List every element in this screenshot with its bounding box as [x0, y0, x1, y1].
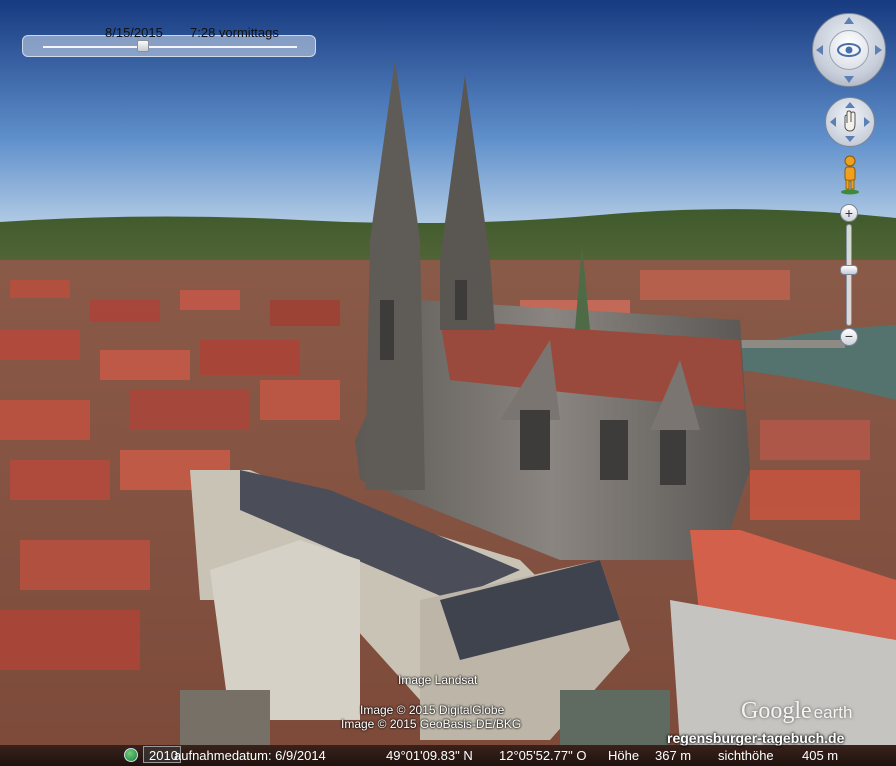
zoom-in-button[interactable]: +: [840, 204, 858, 222]
time-slider-track: [43, 46, 297, 48]
move-control[interactable]: [825, 97, 875, 147]
eye-altitude-label: sichthöhe: [718, 748, 774, 763]
time-slider-date: 8/15/2015: [105, 25, 163, 40]
status-bar: 2010 aufnahmedatum: 6/9/2014 49°01'09.83…: [0, 745, 896, 766]
capture-date: aufnahmedatum: 6/9/2014: [174, 748, 326, 763]
elevation-value: 367 m: [655, 748, 692, 763]
stone-bridge: [725, 340, 845, 348]
logo-google: Google: [741, 698, 812, 724]
zoom-slider-thumb[interactable]: [840, 264, 858, 275]
zoom-slider-track[interactable]: [846, 224, 852, 326]
look-arrows: [816, 17, 882, 83]
time-slider-thumb[interactable]: [136, 40, 149, 52]
aerial-scene: [0, 0, 896, 766]
eye-altitude-value: 405 m: [802, 748, 839, 763]
hand-icon: [830, 102, 870, 142]
zoom-out-button[interactable]: −: [840, 328, 858, 346]
globe-icon: [124, 748, 138, 762]
attribution-digitalglobe: Image © 2015 DigitalGlobe: [360, 703, 505, 717]
pegman-icon[interactable]: [838, 155, 862, 195]
latitude: 49°01'09.83" N: [386, 748, 473, 763]
elevation-label: Höhe: [608, 748, 640, 763]
attribution-landsat: Image Landsat: [398, 673, 478, 687]
logo-earth: earth: [813, 703, 853, 722]
time-slider-time: 7:28 vormittags: [190, 25, 279, 40]
watermark: regensburger-tagebuch.de: [667, 730, 845, 746]
longitude: 12°05'52.77" O: [499, 748, 587, 763]
3d-map-view[interactable]: [0, 0, 896, 766]
attribution-geobasis: Image © 2015 GeoBasis-DE/BKG: [341, 717, 522, 731]
look-control[interactable]: [812, 13, 886, 87]
google-earth-logo: Google earth: [741, 698, 852, 725]
